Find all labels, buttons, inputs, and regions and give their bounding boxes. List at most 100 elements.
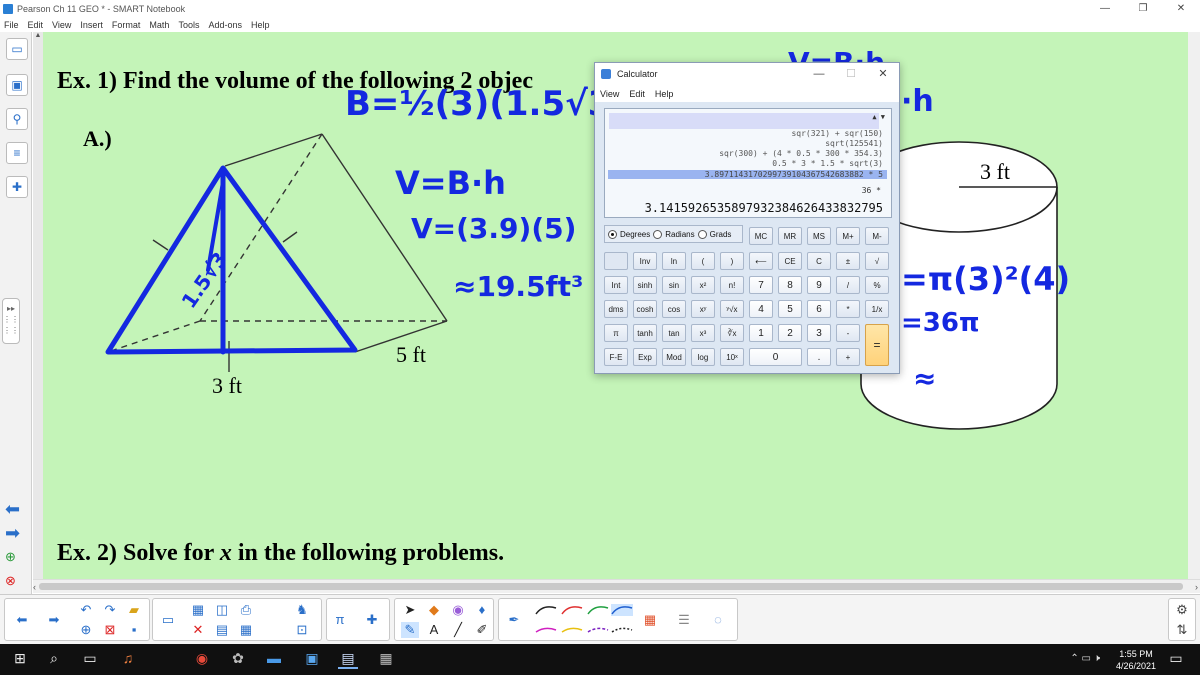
history-entry[interactable]: sqr(321) + sqr(150) xyxy=(791,129,883,138)
calc-key[interactable]: dms xyxy=(604,300,628,318)
menu-view[interactable]: View xyxy=(52,20,71,30)
radians-radio[interactable] xyxy=(653,229,663,239)
menu-edit[interactable]: Edit xyxy=(28,20,44,30)
delete-toolbar-icon[interactable]: ⊠ xyxy=(101,622,119,638)
print-icon[interactable]: ⎙ xyxy=(237,602,255,618)
calculator-close-button[interactable]: ✕ xyxy=(867,63,899,85)
calc-key[interactable]: ʸ√x xyxy=(720,300,744,318)
color-palette-icon[interactable]: ▦ xyxy=(641,612,659,628)
screen-icon[interactable]: ▭ xyxy=(159,612,177,628)
canvas-right-scroll[interactable] xyxy=(1188,32,1200,579)
calc-key[interactable]: xʸ xyxy=(691,300,715,318)
calc-key-m[interactable]: M+ xyxy=(836,227,860,245)
pen-black-icon[interactable] xyxy=(535,604,557,616)
properties-icon[interactable]: ≡ xyxy=(6,142,28,164)
select-icon[interactable]: ➤ xyxy=(401,602,419,618)
calc-key[interactable]: tanh xyxy=(633,324,657,342)
calc-key[interactable]: cos xyxy=(662,300,686,318)
calc-key[interactable]: ± xyxy=(836,252,860,270)
horizontal-scroll-thumb[interactable] xyxy=(39,583,1183,590)
canvas-left-scroll[interactable]: ▲ xyxy=(33,32,43,579)
calc-key[interactable]: ( xyxy=(691,252,715,270)
calc-key[interactable]: 10ˣ xyxy=(720,348,744,366)
previous-page-icon[interactable]: ⬅ xyxy=(5,500,20,518)
grads-radio[interactable] xyxy=(697,229,707,239)
open-folder-icon[interactable]: ▰ xyxy=(125,602,143,618)
add-page-icon[interactable]: ⊕ xyxy=(5,548,16,566)
attachments-icon[interactable]: ⚲ xyxy=(6,108,28,130)
music-app-icon[interactable]: ♫ xyxy=(118,650,138,666)
calc-key[interactable]: 1/x xyxy=(865,300,889,318)
calc-key[interactable]: n! xyxy=(720,276,744,294)
calc-menu-edit[interactable]: Edit xyxy=(629,89,645,99)
minimize-button[interactable]: — xyxy=(1086,0,1124,17)
menu-help[interactable]: Help xyxy=(251,20,270,30)
calc-menu-view[interactable]: View xyxy=(600,89,619,99)
scroll-right-icon[interactable]: › xyxy=(1195,580,1198,594)
app-icon-4[interactable]: ▣ xyxy=(302,650,322,667)
calc-key[interactable]: 6 xyxy=(807,300,831,318)
calc-key[interactable]: 9 xyxy=(807,276,831,294)
calc-key[interactable]: ln xyxy=(662,252,686,270)
forward-arrow-icon[interactable]: ➡ xyxy=(45,612,63,628)
menu-addons[interactable]: Add-ons xyxy=(208,20,242,30)
gallery-icon[interactable]: ▣ xyxy=(6,74,28,96)
fill-icon[interactable]: ♦ xyxy=(473,602,491,618)
calc-key[interactable]: Int xyxy=(604,276,628,294)
delete-page-icon[interactable]: ⊗ xyxy=(5,572,16,590)
add-ons-icon[interactable]: ♞ xyxy=(293,602,311,618)
calc-key[interactable]: ) xyxy=(720,252,744,270)
calc-key[interactable]: ⟵ xyxy=(749,252,773,270)
calc-key[interactable]: tan xyxy=(662,324,686,342)
sidebar-grip-handle[interactable]: ▸▸ ⋮⋮ ⋮⋮ xyxy=(2,298,20,344)
history-spin-icon[interactable]: ▲ ▼ xyxy=(872,113,885,121)
history-entry[interactable]: sqr(300) + (4 * 0.5 * 300 * 354.3) xyxy=(719,149,883,158)
fullscreen-icon[interactable]: ⊡ xyxy=(293,622,311,638)
fill-effects-icon[interactable]: ◌ xyxy=(709,612,727,628)
calc-key[interactable]: 2 xyxy=(778,324,802,342)
menu-file[interactable]: File xyxy=(4,20,19,30)
calc-key[interactable]: Inv xyxy=(633,252,657,270)
addons-icon[interactable]: ✚ xyxy=(6,176,28,198)
calc-key[interactable]: ∛x xyxy=(720,324,744,342)
menu-tools[interactable]: Tools xyxy=(178,20,199,30)
calc-key[interactable]: 5 xyxy=(778,300,802,318)
shapes-icon[interactable]: ◆ xyxy=(425,602,443,618)
smart-notebook-taskbar-icon[interactable]: ▤ xyxy=(338,650,358,669)
calculator-maximize-button[interactable]: ☐ xyxy=(835,63,867,85)
system-tray-icons[interactable]: ⌃ ▭ 🕨 xyxy=(1070,653,1100,664)
calc-key[interactable]: - xyxy=(836,324,860,342)
calc-key[interactable]: x³ xyxy=(691,324,715,342)
pen-dashed-icon[interactable] xyxy=(611,624,633,636)
calc-key[interactable]: Exp xyxy=(633,348,657,366)
scroll-up-chevron-icon[interactable]: ▲ xyxy=(33,32,43,39)
calc-key[interactable]: 0 xyxy=(749,348,802,366)
pen-tool-icon[interactable]: ✒ xyxy=(505,612,523,628)
horizontal-scrollbar[interactable]: ‹ › xyxy=(33,579,1200,593)
screen-capture-icon[interactable]: ◫ xyxy=(213,602,231,618)
calculator-minimize-button[interactable]: — xyxy=(803,63,835,85)
calc-key-blank[interactable] xyxy=(604,252,628,270)
screen-shade-icon[interactable]: ▤ xyxy=(213,622,231,638)
calc-key[interactable]: log xyxy=(691,348,715,366)
gear-icon[interactable]: ⚙ xyxy=(1173,602,1191,618)
calc-key[interactable]: 4 xyxy=(749,300,773,318)
next-page-icon[interactable]: ➡ xyxy=(5,524,20,542)
calc-key[interactable]: % xyxy=(865,276,889,294)
search-icon[interactable]: ⌕ xyxy=(44,650,64,667)
pen-purple-icon[interactable] xyxy=(587,624,609,636)
calc-key[interactable]: F-E xyxy=(604,348,628,366)
calc-key[interactable]: Mod xyxy=(662,348,686,366)
pen-magenta-icon[interactable] xyxy=(535,624,557,636)
calculator-taskbar-icon[interactable]: ▦ xyxy=(376,650,396,667)
pen-blue-icon[interactable] xyxy=(611,604,633,616)
scroll-left-icon[interactable]: ‹ xyxy=(33,580,36,594)
calc-key-mr[interactable]: MR xyxy=(778,227,802,245)
calc-key[interactable]: 1 xyxy=(749,324,773,342)
line-icon[interactable]: ╱ xyxy=(449,622,467,638)
history-scroll-bar[interactable] xyxy=(609,113,879,129)
calc-key-m[interactable]: M- xyxy=(865,227,889,245)
paste-icon[interactable]: ▦ xyxy=(189,602,207,618)
toolbar-move-icon[interactable]: ⇅ xyxy=(1173,622,1191,638)
taskbar-clock[interactable]: 1:55 PM 4/26/2021 xyxy=(1116,648,1156,672)
